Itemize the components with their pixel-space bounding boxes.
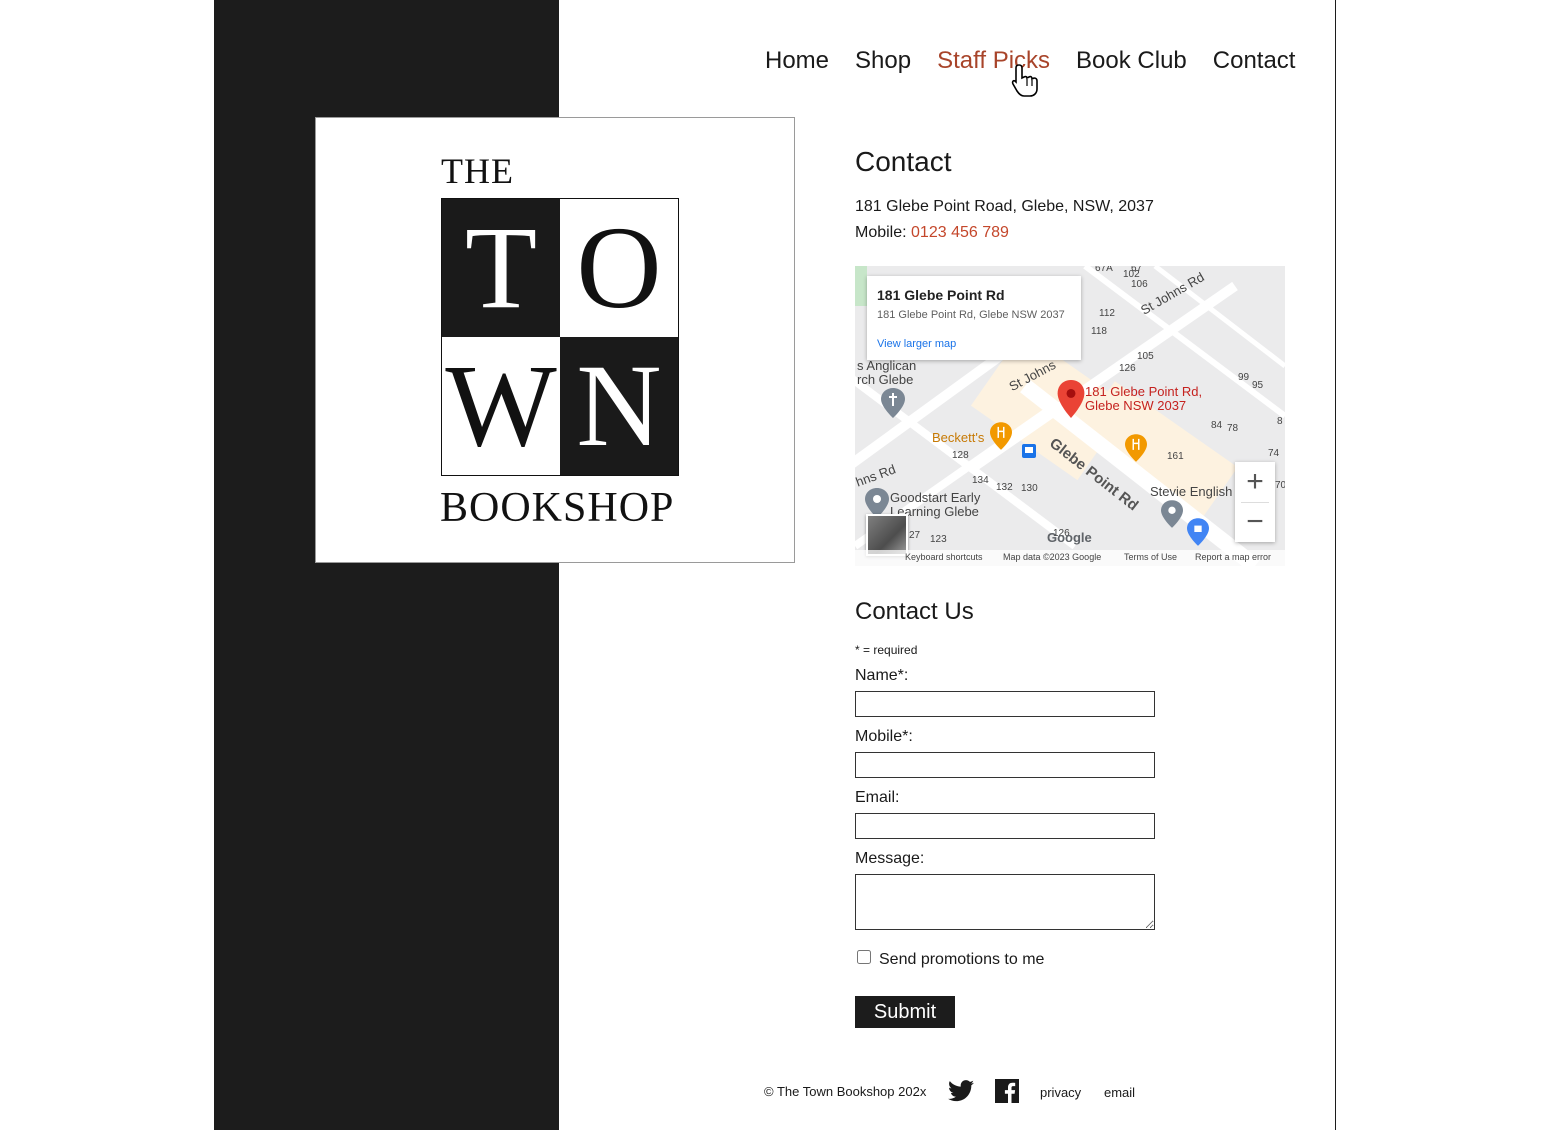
logo-letter-grid: T O W N — [441, 198, 679, 476]
map-pin-label-1: 181 Glebe Point Rd, — [1085, 384, 1203, 399]
map-number: 126 — [1119, 363, 1136, 374]
copyright-text: © The Town Bookshop 202x — [764, 1084, 927, 1099]
map-number: 78 — [1227, 423, 1239, 434]
map-number: 123 — [930, 534, 947, 545]
map-pin-label-2: Glebe NSW 2037 — [1085, 398, 1187, 413]
logo-letter-t: T — [442, 199, 560, 337]
promotions-checkbox[interactable] — [857, 950, 871, 964]
map-number: 67 — [1131, 266, 1143, 274]
map-number: 84 — [1211, 420, 1223, 431]
email-link[interactable]: email — [1104, 1085, 1135, 1100]
map-number: 132 — [996, 482, 1013, 493]
map-number: 67A — [1095, 266, 1113, 274]
required-note: * = required — [855, 643, 918, 657]
map-label-anglican-2: rch Glebe — [857, 372, 914, 387]
logo-letter-o: O — [560, 199, 678, 337]
map-label-anglican-1: s Anglican — [857, 358, 917, 373]
shop-address: 181 Glebe Point Road, Glebe, NSW, 2037 — [855, 198, 1154, 215]
map-number: 161 — [1167, 451, 1184, 462]
message-textarea[interactable] — [855, 874, 1155, 930]
shopping-pin-icon — [1187, 518, 1209, 546]
contact-heading: Contact — [855, 146, 952, 177]
map-number: 27 — [909, 530, 921, 541]
mobile-label-field: Mobile*: — [855, 728, 913, 745]
hand-pointer-icon — [1011, 64, 1038, 97]
promotions-label[interactable]: Send promotions to me — [879, 951, 1044, 969]
name-input[interactable] — [855, 691, 1155, 717]
map-label-goodstart-1: Goodstart Early — [890, 490, 981, 505]
keyboard-shortcuts-link[interactable]: Keyboard shortcuts — [905, 552, 983, 562]
terms-of-use-link[interactable]: Terms of Use — [1124, 552, 1177, 562]
bus-stop-icon — [1022, 444, 1036, 458]
map-number: 70 — [1275, 480, 1285, 491]
contact-us-heading: Contact Us — [855, 598, 974, 625]
submit-button[interactable]: Submit — [855, 996, 955, 1028]
view-larger-map-link[interactable]: View larger map — [877, 338, 956, 350]
map-info-name: 181 Glebe Point Rd — [877, 287, 1005, 303]
zoom-in-button[interactable]: + — [1235, 462, 1275, 502]
mobile-label: Mobile: — [855, 224, 907, 241]
restaurant-pin-icon — [1125, 434, 1147, 462]
embedded-map[interactable]: St Johns Rd St Johns s Anglican rch Gleb… — [855, 266, 1285, 566]
map-label-stevie: Stevie English — [1150, 484, 1233, 499]
map-number: 74 — [1268, 448, 1280, 459]
twitter-icon[interactable] — [948, 1079, 974, 1103]
email-label: Email: — [855, 789, 900, 806]
mobile-input[interactable] — [855, 752, 1155, 778]
map-footer-bar: Keyboard shortcuts Map data ©2023 Google… — [855, 550, 1285, 566]
map-label-becketts: Beckett's — [932, 430, 985, 445]
logo-bookshop-text: BOOKSHOP — [440, 485, 675, 531]
name-label: Name*: — [855, 667, 909, 684]
map-zoom-control: + − — [1235, 462, 1275, 542]
map-number: 134 — [972, 475, 989, 486]
google-logo: Google — [1047, 530, 1092, 545]
place-pin-icon — [1161, 500, 1183, 528]
report-map-error-link[interactable]: Report a map error — [1195, 552, 1271, 562]
facebook-icon[interactable] — [995, 1079, 1019, 1103]
map-number: 130 — [1021, 483, 1038, 494]
restaurant-pin-icon — [990, 422, 1012, 450]
right-border-line — [1335, 0, 1336, 1130]
map-data-credit: Map data ©2023 Google — [1003, 552, 1102, 562]
nav-contact[interactable]: Contact — [1213, 47, 1296, 75]
map-number: 128 — [952, 450, 969, 461]
nav-home[interactable]: Home — [765, 47, 829, 75]
map-number: 106 — [1131, 279, 1148, 290]
privacy-link[interactable]: privacy — [1040, 1085, 1081, 1100]
message-label: Message: — [855, 850, 925, 867]
map-info-card: 181 Glebe Point Rd 181 Glebe Point Rd, G… — [867, 276, 1081, 360]
logo-the-text: THE — [441, 151, 514, 191]
map-number: 105 — [1137, 351, 1154, 362]
mobile-line: Mobile: 0123 456 789 — [855, 224, 1009, 242]
map-number: 112 — [1099, 308, 1115, 319]
map-number: 99 — [1238, 372, 1250, 383]
zoom-divider — [1241, 502, 1269, 503]
mobile-number-link[interactable]: 0123 456 789 — [911, 224, 1009, 241]
map-info-address: 181 Glebe Point Rd, Glebe NSW 2037 — [877, 309, 1065, 321]
map-number: 8 — [1277, 416, 1283, 427]
nav-shop[interactable]: Shop — [855, 47, 911, 75]
logo-letter-n: N — [560, 337, 678, 475]
logo-letter-w: W — [442, 337, 560, 475]
email-input[interactable] — [855, 813, 1155, 839]
location-pin-icon[interactable] — [1057, 380, 1085, 418]
zoom-out-button[interactable]: − — [1235, 502, 1275, 542]
church-pin-icon — [881, 388, 905, 418]
nav-book-club[interactable]: Book Club — [1076, 47, 1187, 75]
map-number: 95 — [1252, 380, 1264, 391]
map-number: 118 — [1091, 326, 1107, 337]
